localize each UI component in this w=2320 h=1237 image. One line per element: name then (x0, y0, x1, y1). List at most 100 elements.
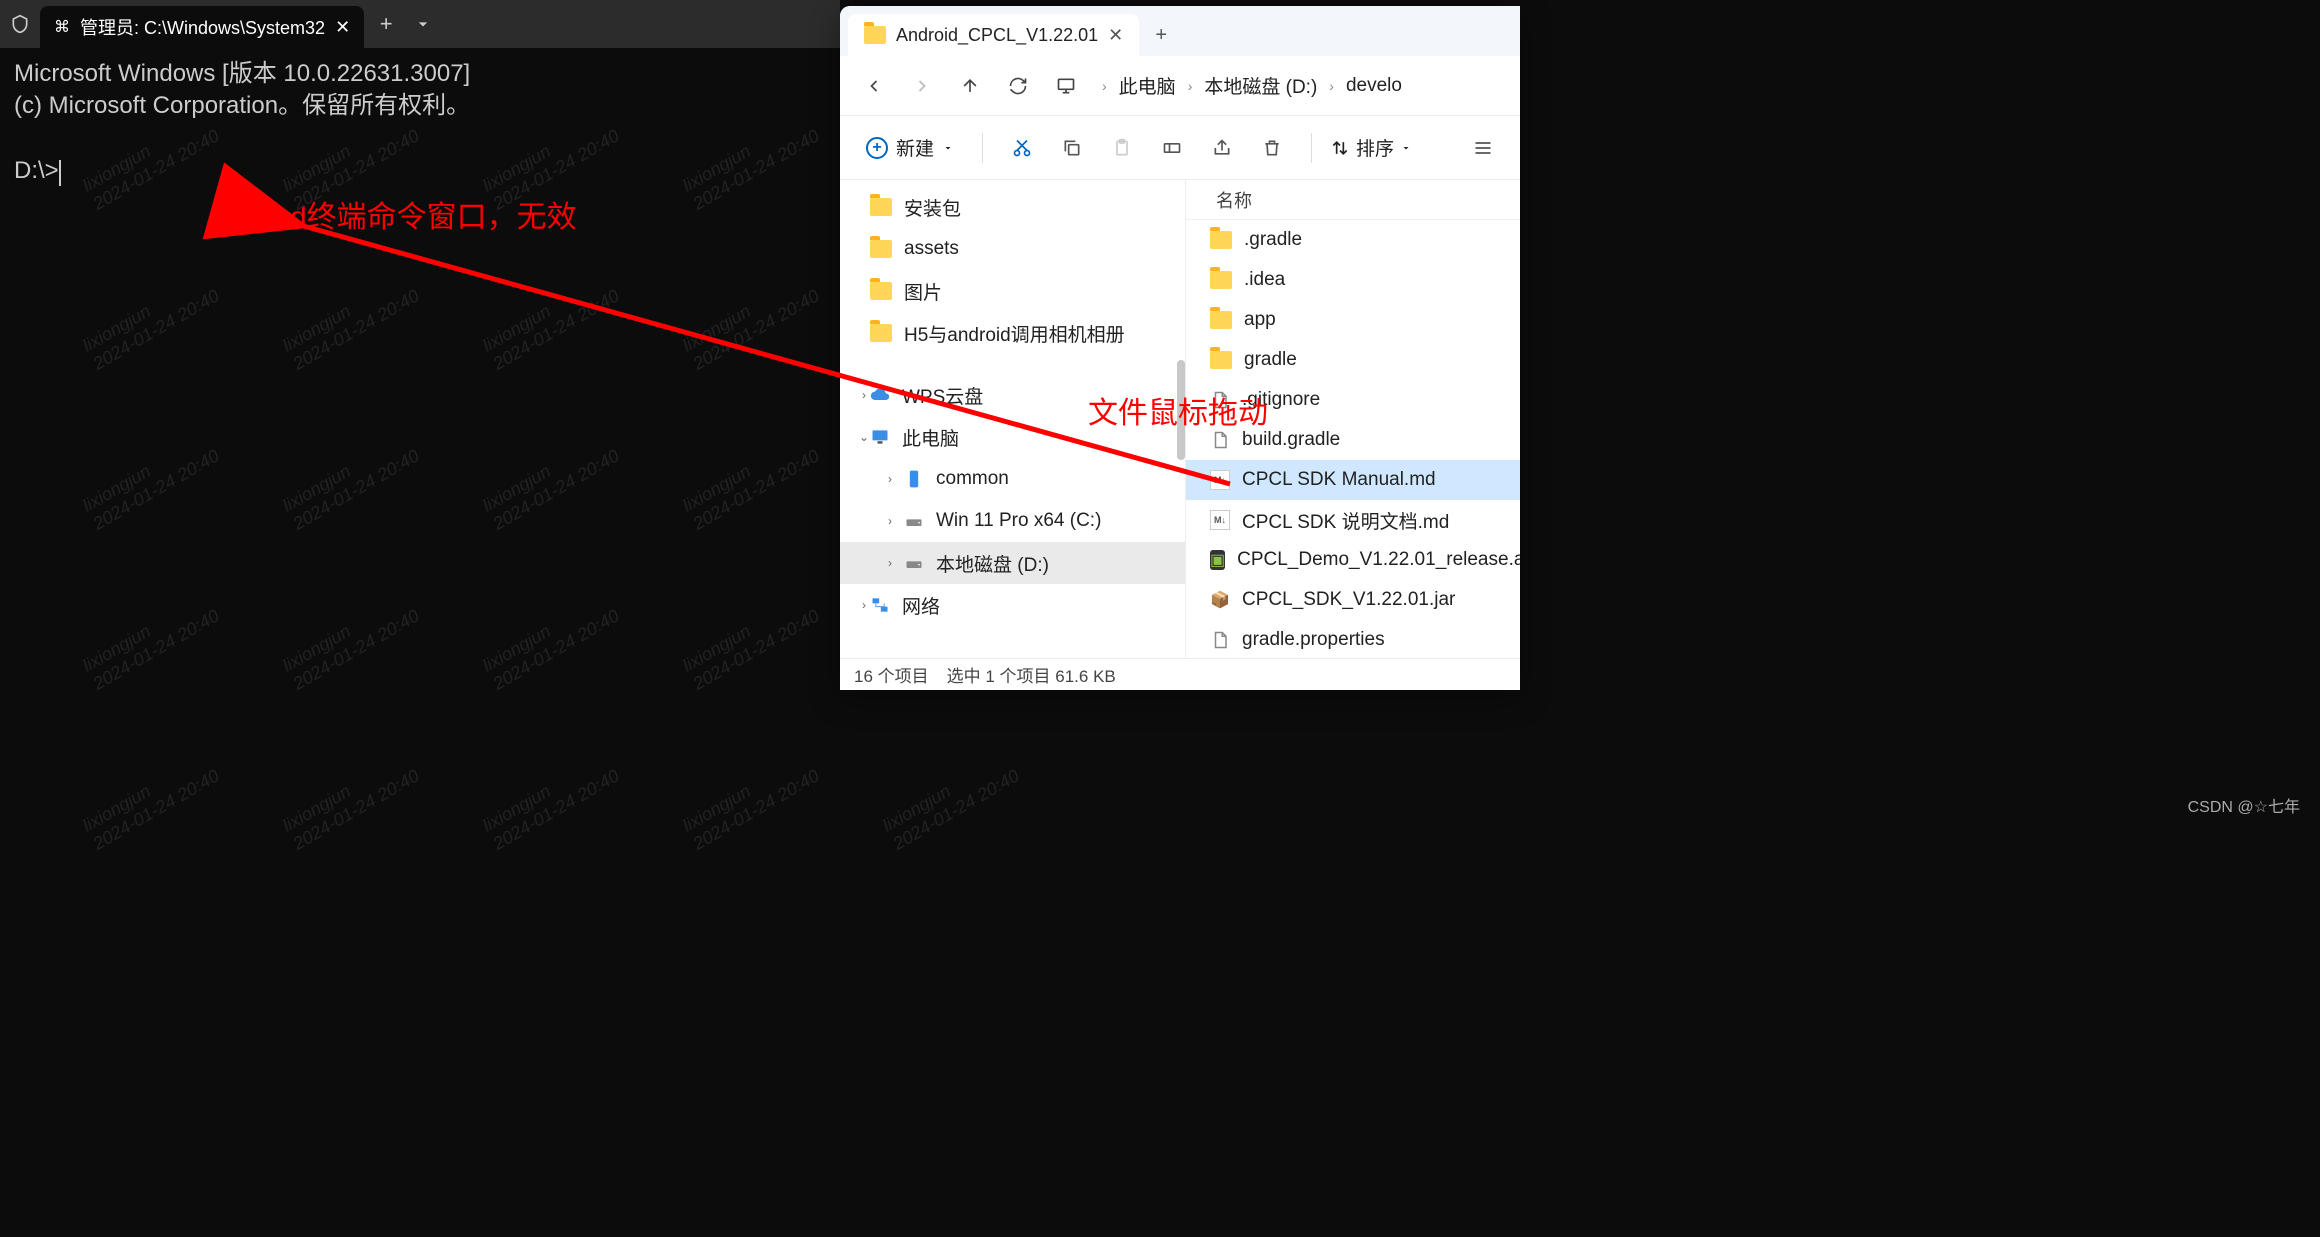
folder-icon (1210, 271, 1232, 289)
tab-dropdown[interactable] (408, 14, 438, 34)
folder-icon (870, 198, 892, 216)
file-name: .idea (1244, 269, 1285, 291)
file-row[interactable]: gradle (1186, 340, 1520, 380)
terminal-line: (c) Microsoft Corporation。保留所有权利。 (14, 90, 826, 122)
file-name: app (1244, 309, 1276, 331)
rename-button[interactable] (1151, 127, 1193, 169)
file-row[interactable]: .idea (1186, 260, 1520, 300)
status-count: 16 个项目 (854, 662, 929, 687)
sort-label: 排序 (1356, 134, 1394, 161)
new-button[interactable]: + 新建 (856, 128, 964, 167)
markdown-icon: M↓ (1210, 510, 1230, 530)
chevron-right-icon[interactable]: › (880, 556, 900, 570)
chevron-right-icon[interactable]: › (854, 388, 874, 402)
sidebar-item[interactable]: H5与android调用相机相册 (840, 312, 1185, 354)
cut-button[interactable] (1001, 127, 1043, 169)
file-name: gradle (1244, 349, 1297, 371)
back-button[interactable] (852, 64, 896, 108)
sidebar-item-drive[interactable]: › common (840, 458, 1185, 500)
forward-button[interactable] (900, 64, 944, 108)
file-row[interactable]: M↓CPCL SDK Manual.md (1186, 460, 1520, 500)
share-button[interactable] (1201, 127, 1243, 169)
sidebar-label: WPS云盘 (902, 382, 983, 409)
explorer-tab[interactable]: Android_CPCL_V1.22.01 ✕ (848, 14, 1139, 56)
file-row[interactable]: M↓ CPCL SDK 说明文档.md (1186, 500, 1520, 540)
close-icon[interactable]: ✕ (1108, 25, 1123, 46)
file-row[interactable]: gradle.properties (1186, 620, 1520, 658)
chevron-right-icon: › (1102, 78, 1107, 94)
jar-icon: 📦 (1210, 590, 1230, 610)
terminal-window: ⌘ 管理员: C:\Windows\System32 ✕ + Microsoft… (0, 0, 840, 1237)
sidebar-item-drive[interactable]: › Win 11 Pro x64 (C:) (840, 500, 1185, 542)
chevron-down-icon[interactable]: ⌄ (854, 430, 874, 444)
terminal-prompt: D:\> (14, 157, 59, 184)
explorer-window: Android_CPCL_V1.22.01 ✕ + › 此电脑 › 本地磁盘 (… (840, 6, 1520, 690)
file-name: CPCL SDK 说明文档.md (1242, 507, 1449, 534)
drive-icon (904, 553, 924, 573)
sidebar-label: 安装包 (904, 194, 961, 221)
sort-button[interactable]: 排序 (1330, 134, 1412, 161)
breadcrumb-item[interactable]: 此电脑 (1113, 68, 1182, 103)
file-name: build.gradle (1242, 429, 1340, 451)
terminal-body[interactable]: Microsoft Windows [版本 10.0.22631.3007] (… (0, 48, 840, 200)
sidebar-label: common (936, 468, 1009, 490)
file-icon (1210, 430, 1230, 450)
plus-circle-icon: + (866, 137, 888, 159)
folder-icon (870, 324, 892, 342)
chevron-down-icon (942, 142, 954, 154)
terminal-titlebar: ⌘ 管理员: C:\Windows\System32 ✕ + (0, 0, 840, 48)
annotation-right: 文件鼠标拖动 (1088, 388, 1268, 432)
monitor-icon[interactable] (1044, 64, 1088, 108)
paste-button[interactable] (1101, 127, 1143, 169)
view-button[interactable] (1462, 127, 1504, 169)
chevron-right-icon: › (1188, 78, 1193, 94)
file-list: .gradle.ideaappgradle.gitignorebuild.gra… (1186, 220, 1520, 658)
file-name: CPCL_SDK_V1.22.01.jar (1242, 589, 1455, 611)
sidebar-item-network[interactable]: › 网络 (840, 584, 1185, 626)
refresh-button[interactable] (996, 64, 1040, 108)
chevron-down-icon (1400, 142, 1412, 154)
separator (1311, 133, 1312, 163)
file-row[interactable]: 📦 CPCL_SDK_V1.22.01.jar (1186, 580, 1520, 620)
terminal-tab[interactable]: ⌘ 管理员: C:\Windows\System32 ✕ (40, 6, 364, 48)
folder-icon (1210, 311, 1232, 329)
file-row[interactable]: app (1186, 300, 1520, 340)
terminal-cursor (59, 160, 61, 186)
sidebar-item[interactable]: 图片 (840, 270, 1185, 312)
column-name: 名称 (1216, 187, 1252, 213)
sidebar-label: 图片 (904, 278, 942, 305)
watermark: lixiongjun2024-01-24 20:40 (879, 747, 1023, 854)
explorer-titlebar: Android_CPCL_V1.22.01 ✕ + (840, 6, 1520, 56)
terminal-tab-title: 管理员: C:\Windows\System32 (80, 14, 325, 40)
close-icon[interactable]: ✕ (335, 17, 350, 38)
status-selected: 选中 1 个项目 61.6 KB (947, 662, 1116, 687)
folder-icon (1210, 231, 1232, 249)
explorer-new-tab[interactable]: + (1139, 14, 1183, 56)
csdn-watermark: CSDN @☆七年 (2188, 793, 2300, 817)
file-name: CPCL_Demo_V1.22.01_release.apk (1237, 549, 1520, 571)
sidebar-item[interactable]: 安装包 (840, 186, 1185, 228)
breadcrumb-item[interactable]: 本地磁盘 (D:) (1198, 68, 1323, 103)
file-header[interactable]: 名称 (1186, 180, 1520, 220)
chevron-right-icon[interactable]: › (880, 472, 900, 486)
file-row[interactable]: .gradle (1186, 220, 1520, 260)
sidebar-label: 此电脑 (902, 424, 959, 451)
up-button[interactable] (948, 64, 992, 108)
chevron-right-icon[interactable]: › (854, 598, 874, 612)
chevron-right-icon[interactable]: › (880, 514, 900, 528)
terminal-line: Microsoft Windows [版本 10.0.22631.3007] (14, 58, 826, 90)
folder-icon (870, 240, 892, 258)
shield-icon (0, 14, 40, 34)
delete-button[interactable] (1251, 127, 1293, 169)
sidebar-item-drive-selected[interactable]: › 本地磁盘 (D:) (840, 542, 1185, 584)
sidebar-label: 本地磁盘 (D:) (936, 550, 1049, 577)
sidebar-label: Win 11 Pro x64 (C:) (936, 510, 1101, 532)
new-tab-button[interactable]: + (364, 4, 408, 44)
sidebar-item[interactable]: assets (840, 228, 1185, 270)
copy-button[interactable] (1051, 127, 1093, 169)
chevron-right-icon: › (1329, 78, 1334, 94)
file-row[interactable]: ▣CPCL_Demo_V1.22.01_release.apk (1186, 540, 1520, 580)
file-name: gradle.properties (1242, 629, 1385, 651)
new-label: 新建 (896, 134, 934, 161)
breadcrumb-item[interactable]: develo (1340, 71, 1408, 101)
